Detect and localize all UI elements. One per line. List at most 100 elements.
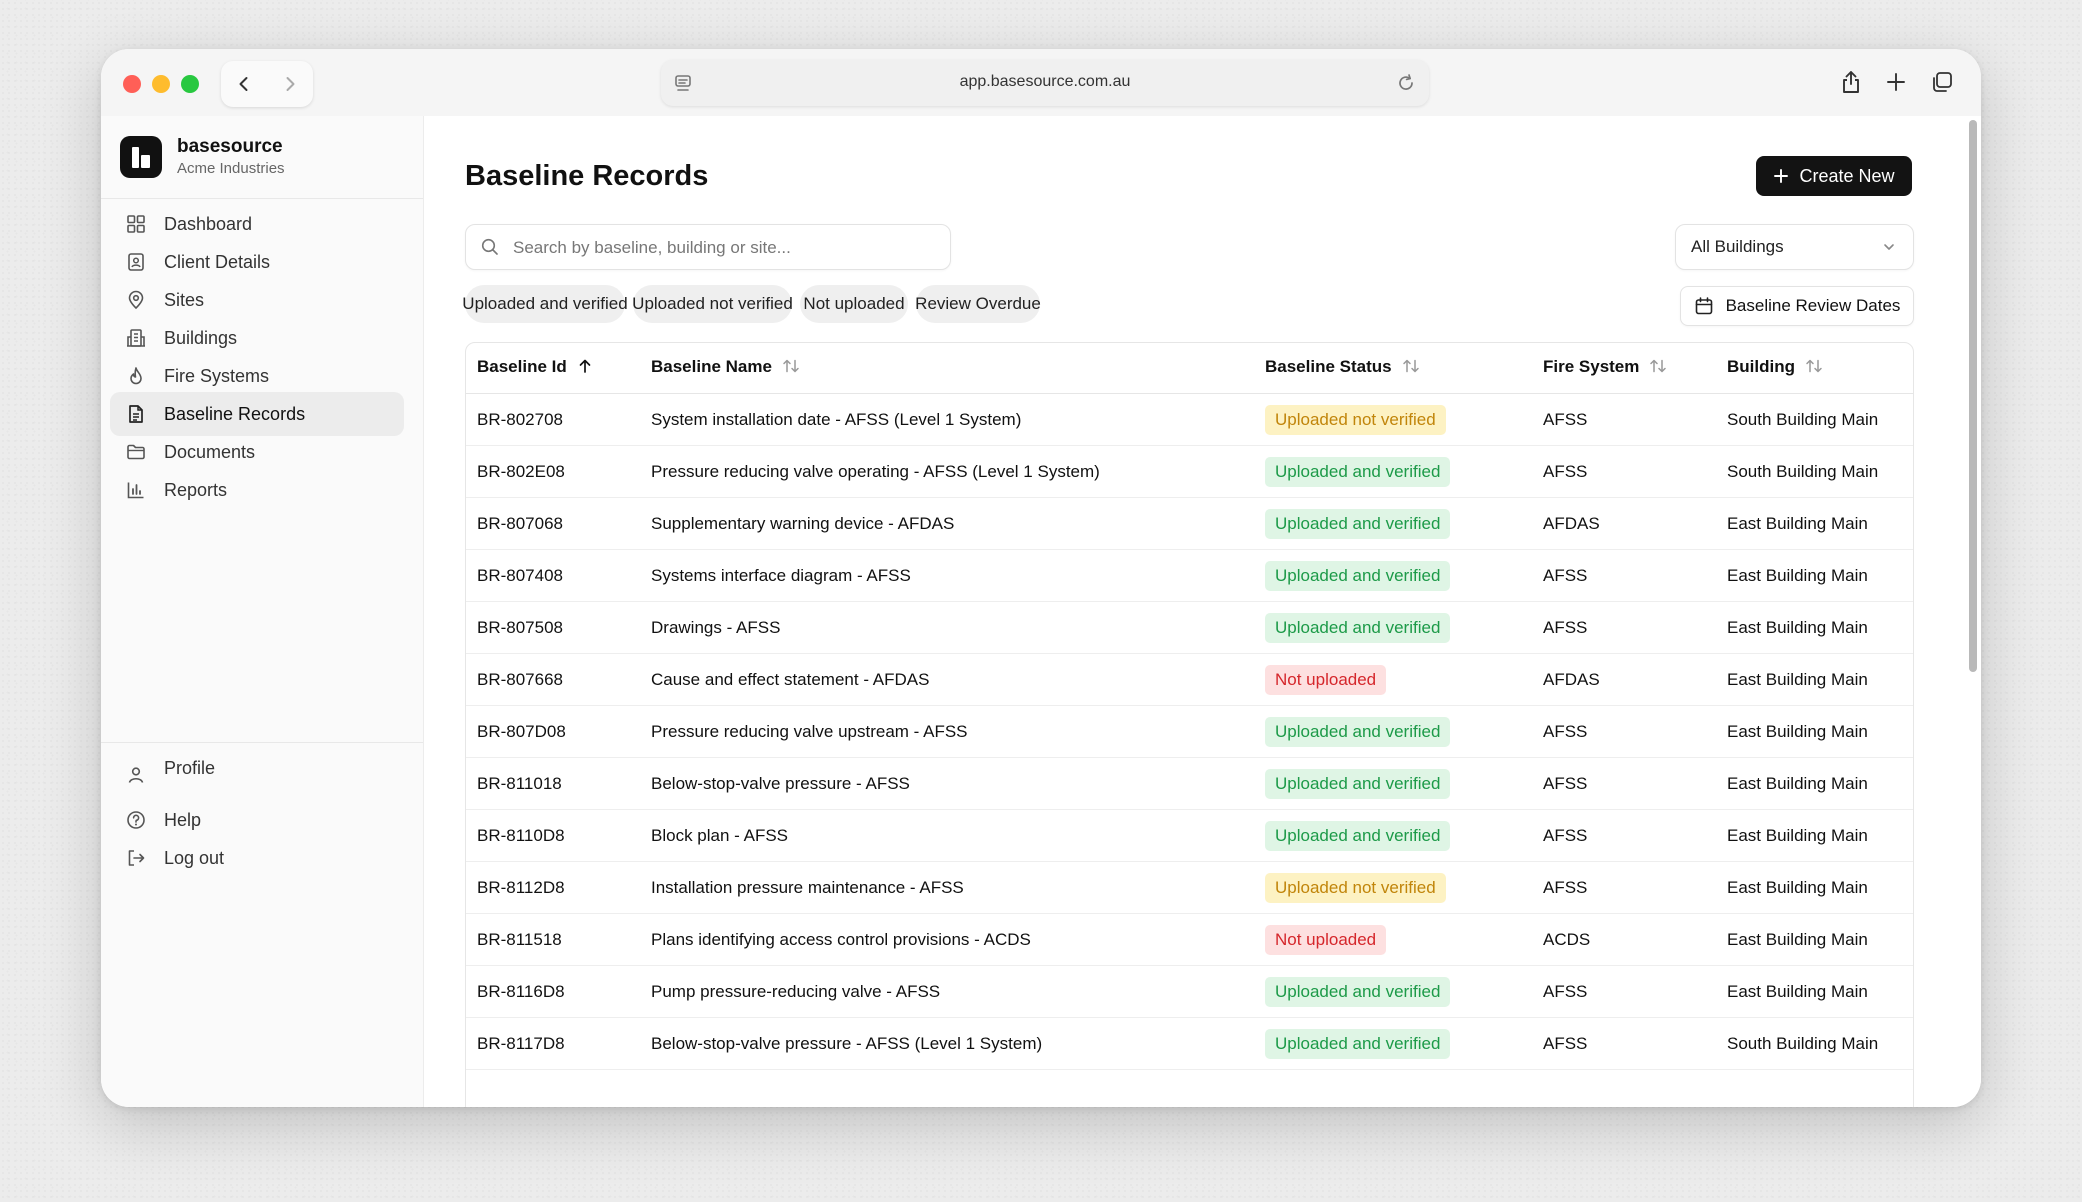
file-text-icon — [124, 402, 148, 426]
map-pin-icon — [124, 288, 148, 312]
baseline-id-cell: BR-811518 — [466, 913, 640, 966]
sidebar-item-label: Documents — [164, 441, 256, 462]
building-cell: East Building Main — [1716, 965, 1913, 1018]
baseline-id-cell: BR-807068 — [466, 497, 640, 550]
sidebar: basesource Acme Industries Dashboard Cli… — [101, 116, 424, 1107]
fire-system-cell: AFSS — [1532, 757, 1716, 810]
baseline-name-cell: Plans identifying access control provisi… — [640, 913, 1254, 966]
reload-icon[interactable] — [1395, 72, 1417, 99]
column-header-building[interactable]: Building — [1716, 343, 1913, 394]
minimize-window-button[interactable] — [152, 75, 170, 93]
baseline-status-cell: Uploaded and verified — [1254, 757, 1532, 810]
page-title: Baseline Records — [465, 160, 709, 192]
baseline-status-cell: Not uploaded — [1254, 653, 1532, 706]
back-button[interactable] — [221, 61, 267, 107]
forward-button[interactable] — [267, 61, 313, 107]
column-header-baseline-id[interactable]: Baseline Id — [466, 343, 640, 394]
baseline-review-dates-button[interactable]: Baseline Review Dates — [1680, 286, 1914, 326]
status-badge: Uploaded and verified — [1265, 716, 1451, 747]
status-badge: Uploaded and verified — [1265, 612, 1451, 643]
baseline-status-cell: Uploaded and verified — [1254, 497, 1532, 550]
table-row[interactable]: BR-8110D8 Block plan - AFSS Uploaded and… — [466, 809, 1913, 862]
chevron-left-icon — [239, 77, 248, 91]
sidebar-item-profile[interactable]: Profile — [110, 746, 404, 790]
building-cell: South Building Main — [1716, 1017, 1913, 1070]
browser-window: app.basesource.com.au basesource Acme In… — [101, 49, 1981, 1107]
search-input[interactable] — [511, 225, 935, 271]
arrow-up-icon — [577, 358, 593, 379]
chevron-down-icon — [1881, 239, 1897, 260]
baseline-name-cell: Cause and effect statement - AFDAS — [640, 653, 1254, 706]
address-bar[interactable]: app.basesource.com.au — [661, 60, 1429, 106]
baseline-name-cell: Below-stop-valve pressure - AFSS (Level … — [640, 1017, 1254, 1070]
building-cell: East Building Main — [1716, 601, 1913, 654]
create-new-label: Create New — [1799, 165, 1895, 186]
table-row[interactable]: BR-8116D8 Pump pressure-reducing valve -… — [466, 965, 1913, 1018]
baseline-status-cell: Uploaded and verified — [1254, 445, 1532, 498]
status-badge: Uploaded and verified — [1265, 560, 1451, 591]
log-out-icon — [124, 846, 148, 870]
table-row[interactable]: BR-807408 Systems interface diagram - AF… — [466, 549, 1913, 602]
search-icon — [480, 237, 500, 262]
fire-system-cell: AFSS — [1532, 393, 1716, 446]
sidebar-item-log-out[interactable]: Log out — [110, 836, 404, 880]
new-tab-button[interactable] — [1883, 69, 1909, 95]
id-card-icon — [124, 250, 148, 274]
table-row[interactable]: BR-807D08 Pressure reducing valve upstre… — [466, 705, 1913, 758]
zoom-window-button[interactable] — [181, 75, 199, 93]
filter-chip-uploaded-verified[interactable]: Uploaded and verified — [462, 285, 628, 323]
scrollbar-thumb[interactable] — [1969, 120, 1977, 672]
filter-chip-uploaded-not-verified[interactable]: Uploaded not verified — [632, 285, 793, 323]
table-row[interactable]: BR-802E08 Pressure reducing valve operat… — [466, 445, 1913, 498]
column-header-baseline-status[interactable]: Baseline Status — [1254, 343, 1532, 394]
building-cell: East Building Main — [1716, 757, 1913, 810]
sidebar-item-label: Fire Systems — [164, 365, 270, 386]
user-icon — [124, 763, 148, 787]
fire-system-cell: AFSS — [1532, 809, 1716, 862]
building-filter-select[interactable]: All Buildings — [1675, 224, 1914, 270]
table-row[interactable]: BR-8112D8 Installation pressure maintena… — [466, 861, 1913, 914]
tab-overview-button[interactable] — [1929, 69, 1955, 95]
organization-name: Acme Industries — [177, 160, 285, 177]
status-badge: Uploaded and verified — [1265, 976, 1451, 1007]
browser-toolbar: app.basesource.com.au — [101, 49, 1981, 116]
history-nav — [221, 61, 313, 107]
sidebar-divider — [101, 198, 423, 199]
sidebar-item-label: Dashboard — [164, 213, 253, 234]
grid-icon — [124, 212, 148, 236]
table-row[interactable]: BR-807668 Cause and effect statement - A… — [466, 653, 1913, 706]
table-row[interactable]: BR-811018 Below-stop-valve pressure - AF… — [466, 757, 1913, 810]
status-badge: Not uploaded — [1265, 664, 1387, 695]
sidebar-item-reports[interactable]: Reports — [110, 468, 404, 512]
baseline-status-cell: Not uploaded — [1254, 913, 1532, 966]
baseline-id-cell: BR-8110D8 — [466, 809, 640, 862]
baseline-id-cell: BR-8117D8 — [466, 1017, 640, 1070]
column-header-fire-system[interactable]: Fire System — [1532, 343, 1716, 394]
status-badge: Uploaded and verified — [1265, 1028, 1451, 1059]
plus-icon — [1887, 73, 1905, 91]
baseline-name-cell: Systems interface diagram - AFSS — [640, 549, 1254, 602]
table-row[interactable]: BR-802708 System installation date - AFS… — [466, 393, 1913, 446]
sort-icon — [1805, 358, 1823, 379]
table-row[interactable]: BR-811518 Plans identifying access contr… — [466, 913, 1913, 966]
flame-icon — [124, 364, 148, 388]
baseline-review-dates-label: Baseline Review Dates — [1725, 296, 1901, 315]
fire-system-cell: AFDAS — [1532, 497, 1716, 550]
baseline-id-cell: BR-811018 — [466, 757, 640, 810]
table-row[interactable] — [466, 1069, 1913, 1107]
sidebar-item-label: Reports — [164, 479, 228, 500]
status-badge: Not uploaded — [1265, 924, 1387, 955]
create-new-button[interactable]: Create New — [1756, 156, 1912, 196]
filter-chip-review-overdue[interactable]: Review Overdue — [915, 285, 1041, 323]
table-row[interactable]: BR-807508 Drawings - AFSS Uploaded and v… — [466, 601, 1913, 654]
url-text: app.basesource.com.au — [959, 73, 1131, 90]
tabs-icon — [1933, 72, 1952, 92]
table-row[interactable]: BR-807068 Supplementary warning device -… — [466, 497, 1913, 550]
close-window-button[interactable] — [123, 75, 141, 93]
column-header-baseline-name[interactable]: Baseline Name — [640, 343, 1254, 394]
filter-chip-not-uploaded[interactable]: Not uploaded — [800, 285, 908, 323]
sidebar-item-label: Log out — [164, 847, 225, 868]
table-row[interactable]: BR-8117D8 Below-stop-valve pressure - AF… — [466, 1017, 1913, 1070]
fire-system-cell: AFSS — [1532, 1017, 1716, 1070]
share-button[interactable] — [1838, 69, 1864, 95]
